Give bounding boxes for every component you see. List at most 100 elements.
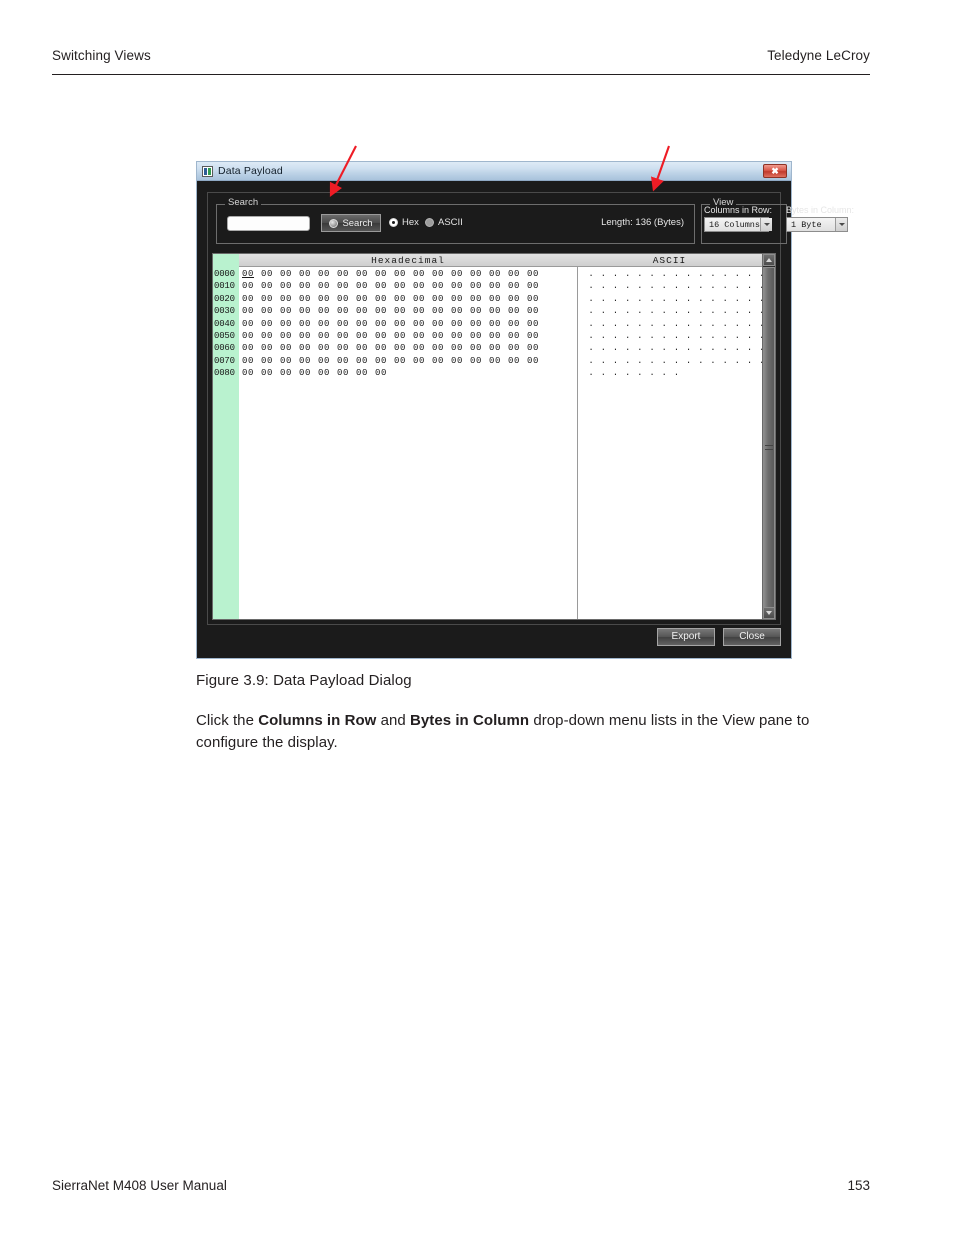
ascii-char[interactable]: .	[609, 305, 621, 317]
hex-byte[interactable]: 00	[356, 318, 375, 330]
hex-byte[interactable]: 00	[280, 268, 299, 280]
hex-byte[interactable]: 00	[451, 318, 470, 330]
hex-byte[interactable]: 00	[318, 305, 337, 317]
ascii-char[interactable]: .	[670, 305, 682, 317]
hex-byte[interactable]: 00	[451, 293, 470, 305]
ascii-char[interactable]: .	[597, 355, 609, 367]
hex-byte[interactable]: 00	[356, 355, 375, 367]
hex-byte[interactable]: 00	[280, 330, 299, 342]
ascii-char[interactable]: .	[695, 355, 707, 367]
hex-byte[interactable]: 00	[527, 355, 546, 367]
hex-byte[interactable]: 00	[527, 293, 546, 305]
ascii-char[interactable]: .	[622, 355, 634, 367]
hex-byte[interactable]: 00	[337, 355, 356, 367]
hex-byte[interactable]: 00	[375, 342, 394, 354]
ascii-char[interactable]: .	[731, 342, 743, 354]
hex-byte[interactable]: 00	[242, 268, 261, 280]
ascii-char[interactable]: .	[719, 342, 731, 354]
ascii-char[interactable]: .	[743, 318, 755, 330]
hex-byte[interactable]: 00	[432, 293, 451, 305]
hex-byte[interactable]: 00	[337, 280, 356, 292]
ascii-char[interactable]: .	[707, 330, 719, 342]
hex-byte[interactable]: 00	[451, 305, 470, 317]
hex-byte[interactable]: 00	[318, 280, 337, 292]
hex-byte[interactable]: 00	[356, 280, 375, 292]
bytes-in-column-dropdown[interactable]: 1 Byte	[786, 217, 848, 232]
ascii-char[interactable]: .	[585, 355, 597, 367]
ascii-char[interactable]: .	[743, 280, 755, 292]
hex-row[interactable]: 0060 00 00 00 00 00 00 00 00 00 00 00 00 00 00 00 00....…	[213, 342, 775, 354]
ascii-char[interactable]: .	[731, 355, 743, 367]
hex-byte[interactable]: 00	[432, 268, 451, 280]
hex-byte[interactable]: 00	[451, 342, 470, 354]
ascii-char[interactable]: .	[658, 342, 670, 354]
hex-byte[interactable]: 00	[242, 318, 261, 330]
ascii-char[interactable]: .	[719, 330, 731, 342]
hex-byte[interactable]: 00	[375, 268, 394, 280]
hex-byte[interactable]: 00	[375, 280, 394, 292]
ascii-char[interactable]: .	[646, 342, 658, 354]
hex-byte[interactable]: 00	[508, 342, 527, 354]
hex-byte[interactable]: 00	[299, 330, 318, 342]
hex-byte[interactable]: 00	[470, 355, 489, 367]
hex-byte[interactable]: 00	[242, 330, 261, 342]
ascii-char[interactable]: .	[743, 305, 755, 317]
hex-byte[interactable]: 00	[451, 330, 470, 342]
ascii-char[interactable]: .	[585, 367, 597, 379]
ascii-char[interactable]: .	[695, 330, 707, 342]
ascii-char[interactable]: .	[609, 280, 621, 292]
hex-byte[interactable]: 00	[318, 355, 337, 367]
ascii-char[interactable]: .	[585, 318, 597, 330]
hex-byte[interactable]: 00	[527, 342, 546, 354]
ascii-char[interactable]: .	[658, 367, 670, 379]
ascii-char[interactable]: .	[658, 305, 670, 317]
hex-byte[interactable]: 00	[299, 280, 318, 292]
ascii-char[interactable]: .	[683, 330, 695, 342]
hex-byte[interactable]: 00	[413, 305, 432, 317]
ascii-char[interactable]: .	[670, 355, 682, 367]
hex-byte[interactable]: 00	[489, 330, 508, 342]
ascii-char[interactable]: .	[634, 268, 646, 280]
ascii-char[interactable]: .	[683, 293, 695, 305]
ascii-char[interactable]: .	[634, 305, 646, 317]
ascii-char[interactable]: .	[597, 305, 609, 317]
ascii-char[interactable]: .	[683, 342, 695, 354]
ascii-char[interactable]: .	[719, 305, 731, 317]
ascii-char[interactable]: .	[743, 330, 755, 342]
hex-byte[interactable]: 00	[299, 293, 318, 305]
ascii-char[interactable]: .	[597, 367, 609, 379]
hex-byte[interactable]: 00	[261, 268, 280, 280]
hex-byte[interactable]: 00	[242, 367, 261, 379]
hex-byte[interactable]: 00	[299, 355, 318, 367]
ascii-char[interactable]: .	[597, 330, 609, 342]
hex-byte[interactable]: 00	[280, 293, 299, 305]
hex-byte[interactable]: 00	[489, 293, 508, 305]
search-input[interactable]	[227, 216, 310, 231]
hex-byte[interactable]: 00	[451, 355, 470, 367]
ascii-char[interactable]: .	[731, 318, 743, 330]
hex-row[interactable]: 0050 00 00 00 00 00 00 00 00 00 00 00 00 00 00 00 00....…	[213, 330, 775, 342]
ascii-char[interactable]: .	[646, 280, 658, 292]
hex-byte[interactable]: 00	[337, 318, 356, 330]
ascii-char[interactable]: .	[646, 367, 658, 379]
radio-hex[interactable]: Hex	[389, 217, 419, 228]
hex-byte[interactable]: 00	[508, 268, 527, 280]
ascii-char[interactable]: .	[609, 342, 621, 354]
ascii-char[interactable]: .	[731, 305, 743, 317]
ascii-char[interactable]: .	[597, 293, 609, 305]
ascii-char[interactable]: .	[658, 293, 670, 305]
ascii-char[interactable]: .	[743, 293, 755, 305]
hex-byte[interactable]: 00	[470, 342, 489, 354]
hex-byte[interactable]: 00	[394, 280, 413, 292]
hex-byte[interactable]: 00	[375, 305, 394, 317]
hex-byte[interactable]: 00	[280, 367, 299, 379]
ascii-char[interactable]: .	[658, 280, 670, 292]
ascii-char[interactable]: .	[585, 305, 597, 317]
ascii-char[interactable]: .	[683, 355, 695, 367]
hex-byte[interactable]: 00	[413, 318, 432, 330]
ascii-char[interactable]: .	[634, 367, 646, 379]
ascii-char[interactable]: .	[634, 330, 646, 342]
scroll-up-icon[interactable]	[763, 254, 775, 266]
hex-byte[interactable]: 00	[394, 293, 413, 305]
ascii-char[interactable]: .	[585, 330, 597, 342]
